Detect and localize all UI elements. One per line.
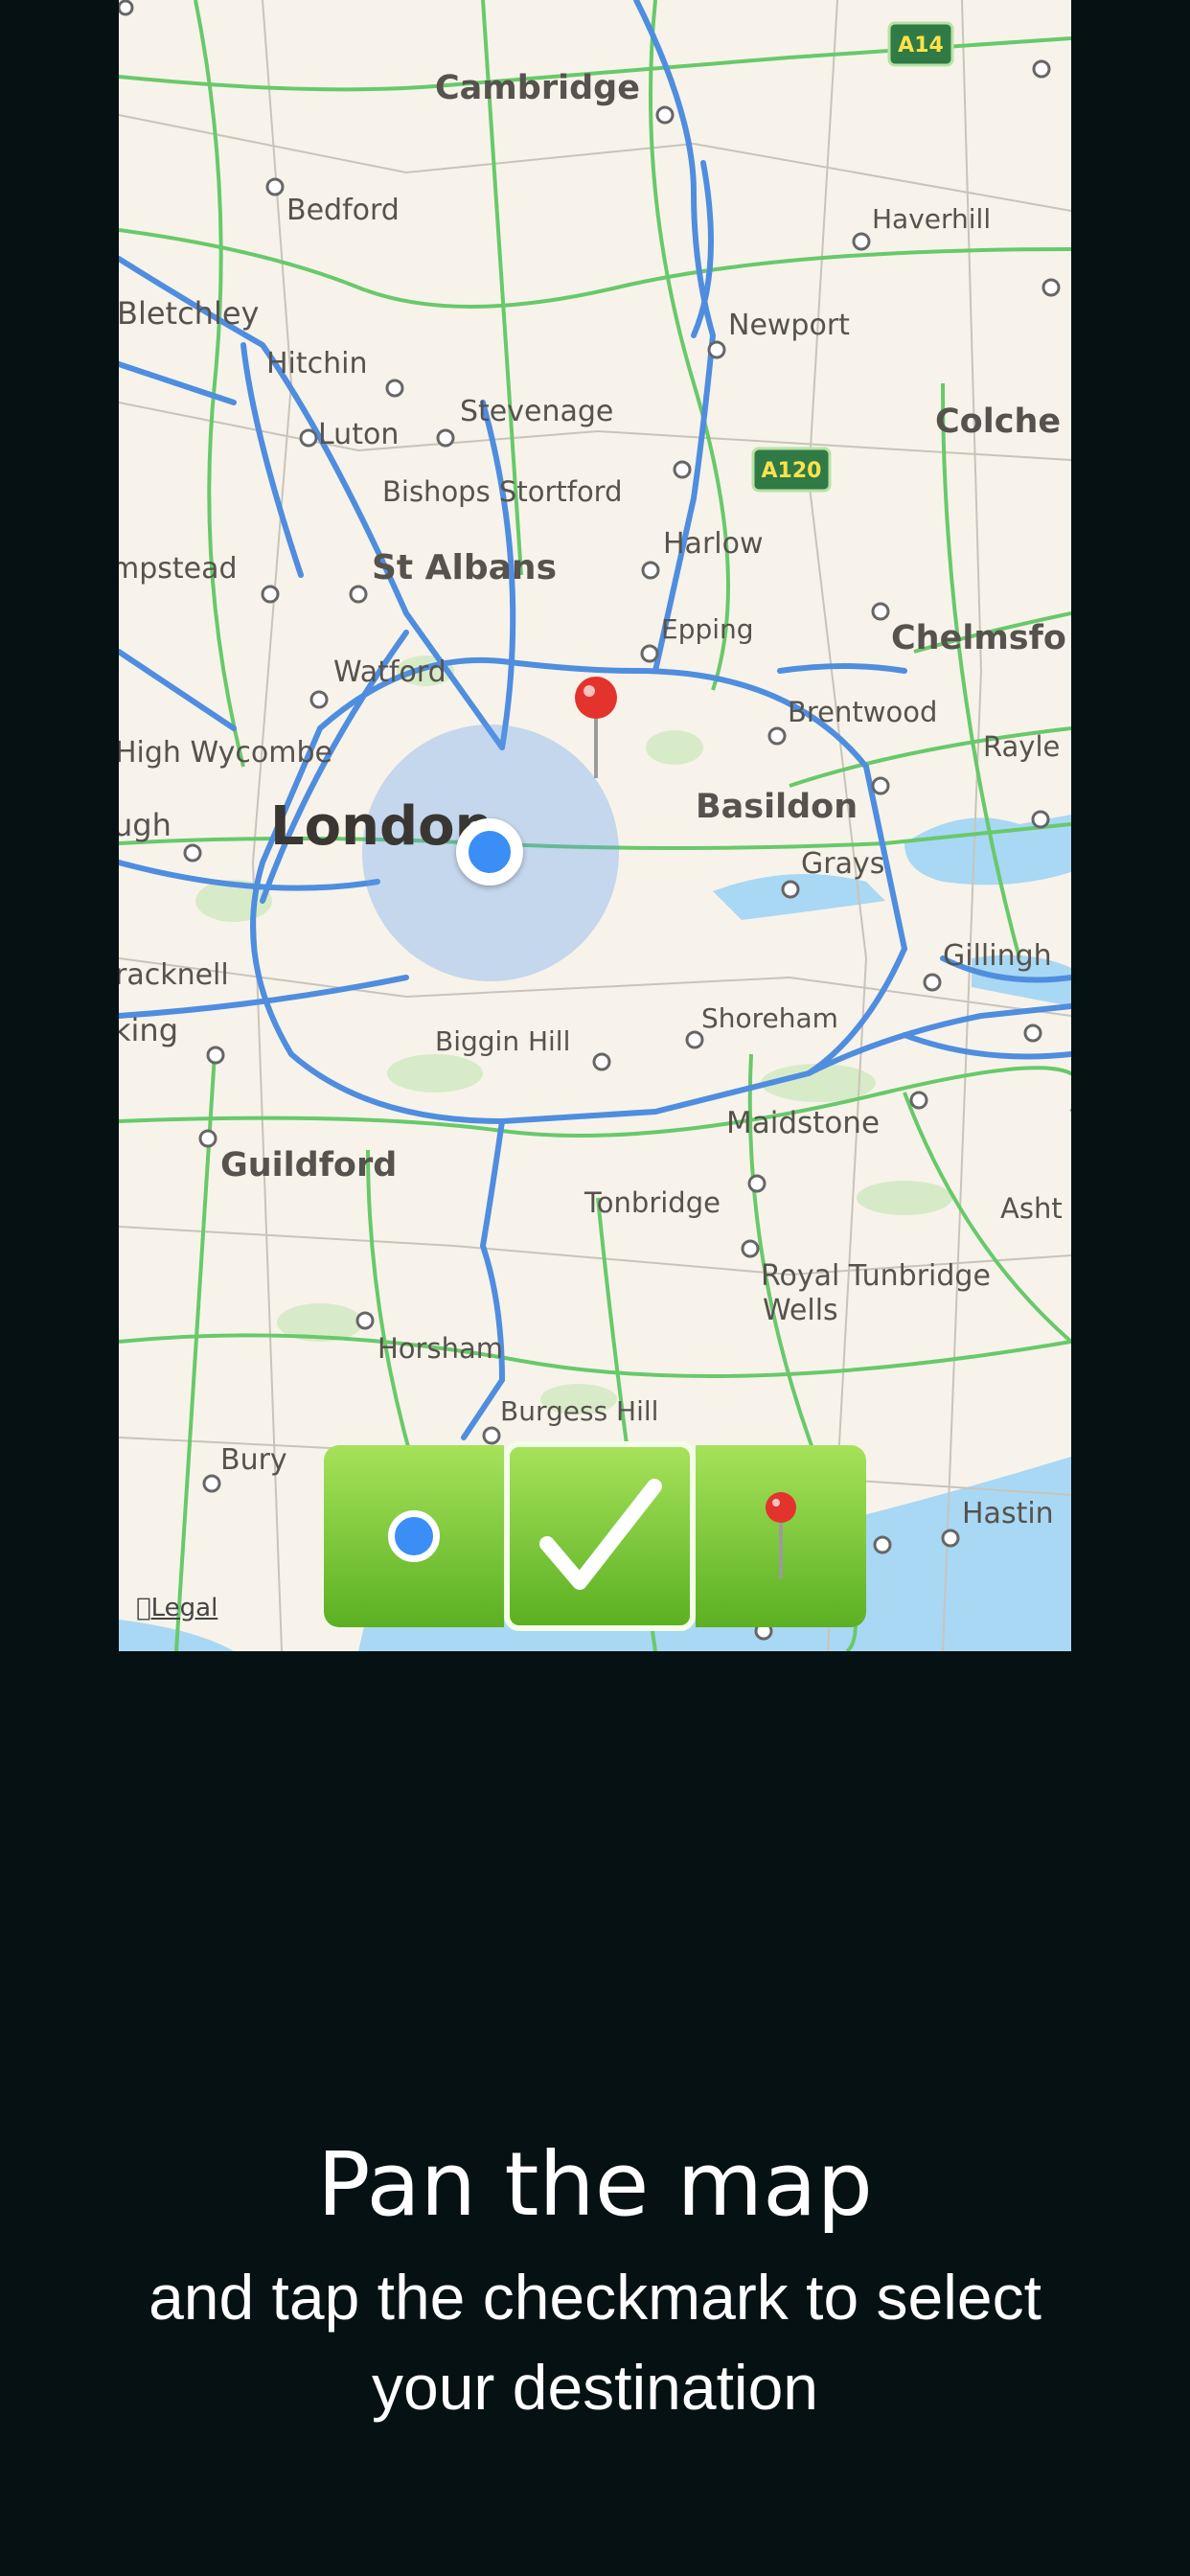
city-label: mpstead	[119, 552, 238, 586]
city-label: Watford	[333, 656, 446, 689]
current-location-button[interactable]	[324, 1445, 504, 1627]
city-label: Wells	[763, 1294, 838, 1327]
city-label: Cambridge	[435, 69, 640, 107]
caption-title: Pan the map	[317, 2133, 873, 2236]
city-label: Stevenage	[460, 395, 614, 428]
city-label: Epping	[661, 613, 754, 645]
city-label: Asht	[1000, 1192, 1063, 1225]
caption-subtitle-line1: and tap the checkmark to select	[149, 2262, 1041, 2333]
city-label: Bedford	[286, 194, 400, 227]
city-label: St Albans	[372, 548, 557, 587]
city-label: High Wycombe	[119, 736, 332, 770]
city-label: Bletchley	[119, 295, 260, 332]
city-label: Chelmsfo	[891, 619, 1066, 657]
legal-link[interactable]: Legal	[136, 1594, 217, 1622]
city-label: Hitchin	[266, 347, 368, 380]
user-location-dot-icon	[456, 818, 523, 886]
city-label: Shoreham	[701, 1002, 838, 1034]
city-label: Brentwood	[788, 696, 938, 728]
city-label: Gillingh	[943, 939, 1052, 973]
city-label: Luton	[318, 418, 400, 451]
city-label: Rayle	[983, 730, 1061, 763]
confirm-destination-button[interactable]	[504, 1441, 696, 1631]
legal-label: Legal	[136, 1594, 218, 1622]
onboarding-caption: Pan the map and tap the checkmark to sel…	[0, 2128, 1190, 2432]
city-label: Biggin Hill	[435, 1025, 571, 1057]
city-label: Royal Tunbridge	[761, 1259, 991, 1293]
city-label: racknell	[119, 958, 229, 992]
city-label: Hastin	[962, 1497, 1054, 1530]
city-label: king	[119, 1012, 179, 1048]
location-dot-icon	[388, 1510, 440, 1562]
city-label: Grays	[801, 847, 885, 881]
city-label: Haverhill	[872, 203, 992, 235]
city-label: Newport	[728, 309, 850, 342]
destination-pin-icon[interactable]	[567, 671, 625, 786]
caption-subtitle: and tap the checkmark to select your dest…	[0, 2252, 1190, 2432]
apple-logo-icon: 	[136, 1594, 151, 1622]
map-pin-icon	[766, 1492, 796, 1578]
city-label: Burgess Hill	[500, 1395, 659, 1427]
map-view[interactable]: A14 A120 London Cambridge St Albans Chel…	[119, 0, 1071, 1651]
checkmark-icon	[539, 1479, 662, 1590]
city-label: Horsham	[378, 1332, 503, 1365]
caption-subtitle-line2: your destination	[372, 2352, 818, 2423]
city-label: Bishops Stortford	[382, 475, 623, 508]
map-action-bar	[324, 1441, 866, 1631]
city-labels: London Cambridge St Albans Chelmsfo Basi…	[119, 0, 1071, 1651]
city-label: Guildford	[220, 1146, 398, 1184]
city-label: Bury	[220, 1443, 287, 1477]
city-label: Maidstone	[726, 1106, 881, 1140]
city-label: Harlow	[663, 527, 764, 561]
city-label: ugh	[119, 807, 172, 843]
city-label: Basildon	[696, 788, 858, 826]
city-label: Colche	[935, 402, 1062, 441]
drop-pin-button[interactable]	[696, 1445, 866, 1627]
city-label: Tonbridge	[584, 1186, 721, 1219]
